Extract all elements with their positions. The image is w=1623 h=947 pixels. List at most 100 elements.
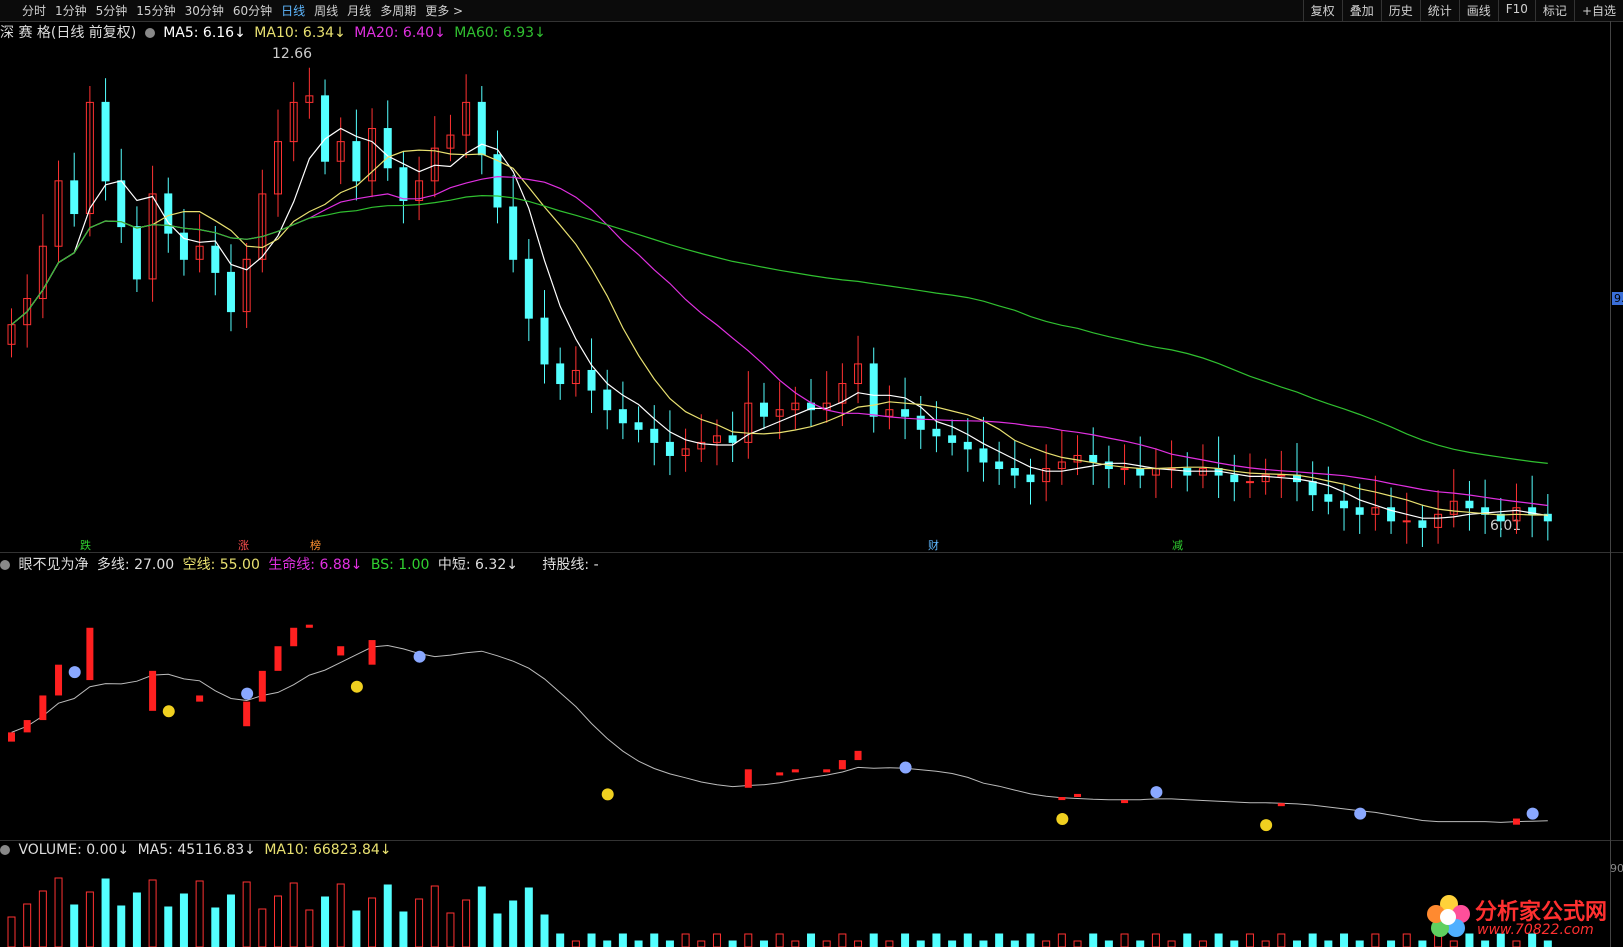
volume-bar [415,898,424,947]
volume-bar [38,890,47,947]
candle-body [587,369,596,391]
volume-bar [1089,933,1098,947]
period-tab[interactable]: 30分钟 [185,2,224,19]
volume-bar [1387,940,1396,947]
period-tab[interactable]: 日线 [281,2,305,19]
tool-button[interactable]: 复权 [1302,0,1342,21]
pane-divider[interactable] [0,552,1623,553]
frown-icon [1526,807,1539,820]
candle-body [1355,507,1364,515]
volume-bar [352,910,361,947]
candle-body [1308,481,1317,496]
candle-body [164,193,173,234]
candle-body [226,271,235,313]
volume-bar [791,940,800,947]
candle-body [1026,474,1035,483]
period-tab[interactable]: 多周期 [380,2,416,19]
tool-button[interactable]: 标记 [1534,0,1574,21]
period-tab[interactable]: 1分钟 [55,2,87,19]
volume-bar [289,882,298,947]
volume-bar [1292,940,1301,947]
zd-value: 中短: 6.32 [437,557,507,573]
volume-bar [1277,933,1286,947]
period-tab[interactable]: 15分钟 [136,2,175,19]
period-tab[interactable]: 周线 [314,2,338,19]
tool-button[interactable]: 画线 [1458,0,1498,21]
candle-body [1324,494,1333,502]
indicator-name: 眼不见为净 [18,557,89,573]
volume-bar [7,916,16,947]
volume-bar [336,883,345,947]
frown-icon [68,666,81,679]
indicator-chart[interactable] [0,575,1610,837]
volume-bar [1402,933,1411,947]
volume-bar [54,877,63,947]
candle-body [759,402,768,417]
volume-bar [650,933,659,947]
volume-bar [681,933,690,947]
tool-button[interactable]: 叠加 [1341,0,1381,21]
tool-button[interactable]: 历史 [1380,0,1420,21]
candle-body [1089,454,1098,463]
settings-icon[interactable] [0,560,10,570]
volume-bar [164,906,173,947]
period-tab[interactable]: 60分钟 [233,2,272,19]
volume-bar [1308,933,1317,947]
period-tab[interactable]: 更多 > [425,2,463,19]
volume-bar [117,905,126,947]
candle-body [1010,468,1019,476]
candle-body [1418,520,1427,528]
volume-bar [932,933,941,947]
volume-axis-label: 90 [1610,862,1623,875]
pane-divider[interactable] [0,840,1623,841]
volume-bar [603,940,612,947]
signal-bar [838,760,846,770]
signal-bar [23,720,31,733]
candle-body [101,101,110,182]
ma10-line [11,149,1548,516]
volume-bar [1230,940,1239,947]
signal-bar [149,670,157,711]
period-tab[interactable]: 月线 [347,2,371,19]
period-tab[interactable]: 分时 [22,2,46,19]
tool-button[interactable]: F10 [1497,0,1535,21]
volume-bar [211,907,220,947]
volume-bar [744,933,753,947]
signal-bar [823,769,831,773]
sml-value: 生命线: 6.88 [268,557,351,573]
volume-bar [822,940,831,947]
tool-button[interactable]: +自选 [1573,0,1623,21]
candle-body [179,232,188,260]
candle-body [383,128,392,169]
signal-bar [274,646,282,671]
volume-bar [179,893,188,947]
watermark-logo: 分析家公式网 www.70822.com [1425,888,1615,944]
volume-bar [1371,933,1380,947]
candle-body [1245,481,1254,484]
volume-bar [1214,933,1223,947]
signal-bar [1277,803,1285,807]
tool-button[interactable]: 统计 [1419,0,1459,21]
price-axis[interactable] [1610,21,1611,947]
trend-line [11,644,1548,823]
volume-chart[interactable] [0,862,1610,947]
volume-bar [916,940,925,947]
signal-bar [1121,800,1129,804]
volume-bar [712,933,721,947]
period-tab[interactable]: 5分钟 [96,2,128,19]
candle-body [524,258,533,319]
flower-logo-icon [1427,895,1470,937]
candle-body [979,448,988,463]
candle-body [1277,474,1286,477]
candle-body [1465,500,1474,509]
volume-bar [869,933,878,947]
candle-body [901,409,910,417]
candlestick-chart[interactable] [0,22,1610,552]
candle-body [509,206,518,260]
signal-bar [854,750,862,761]
volume-bar [195,880,204,947]
price-tag: 9. [1612,292,1623,305]
volume-bar [540,914,549,947]
volume-bar [70,904,79,947]
settings-icon[interactable] [0,845,10,855]
